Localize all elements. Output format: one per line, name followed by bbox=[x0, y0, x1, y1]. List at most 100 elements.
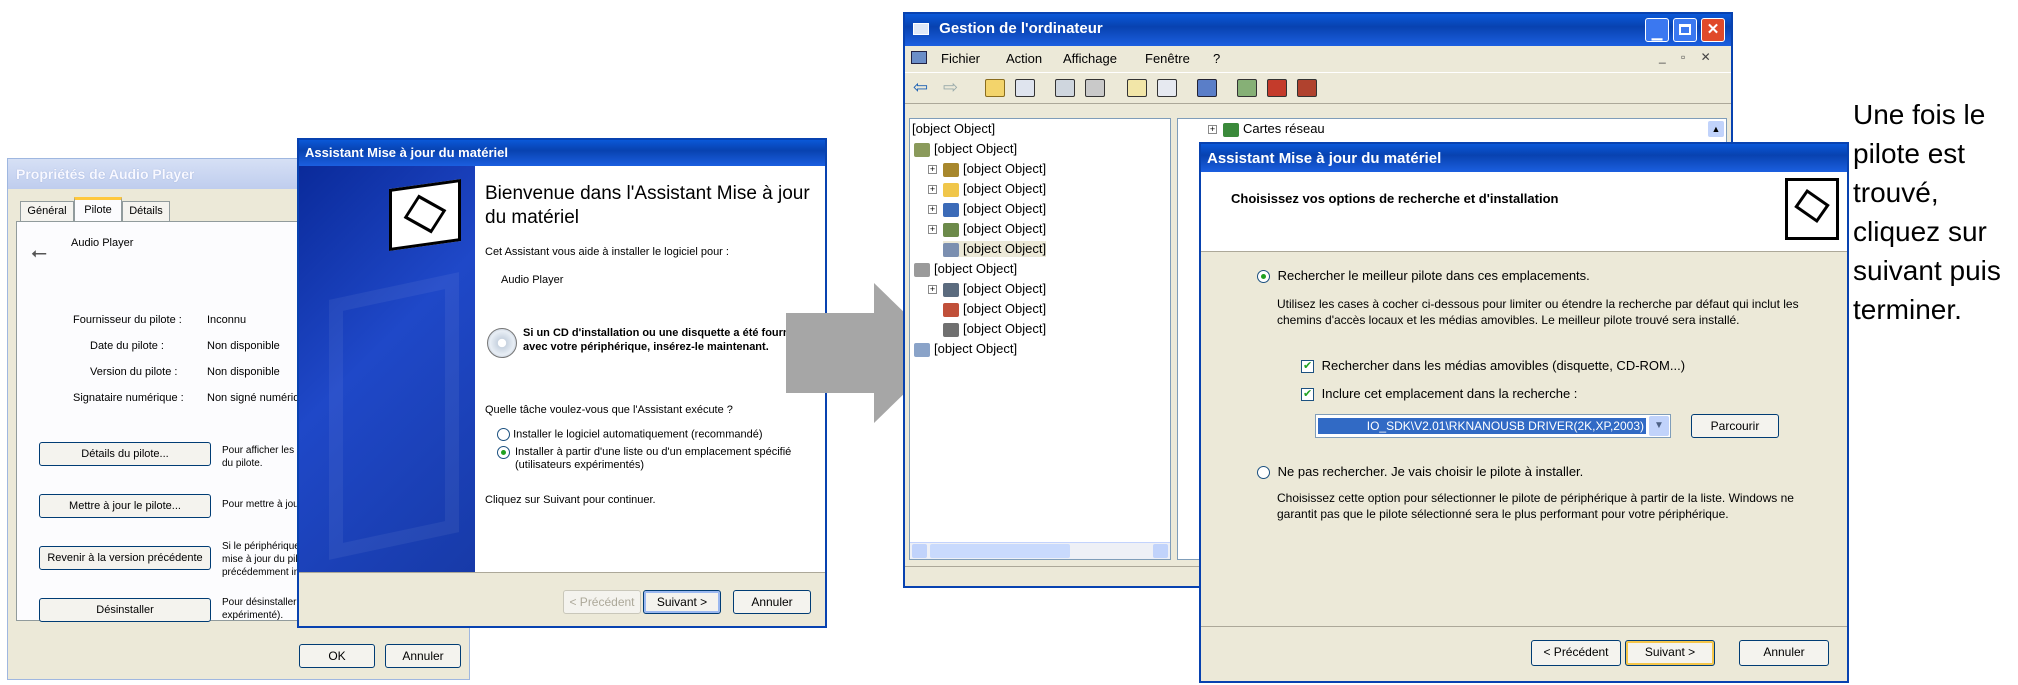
chevron-down-icon[interactable]: ▼ bbox=[1649, 416, 1669, 436]
hardware-icon bbox=[1785, 178, 1839, 240]
expand-icon[interactable]: + bbox=[928, 185, 937, 195]
help-icon[interactable] bbox=[1127, 79, 1147, 97]
tree-item-gestionnaire[interactable]: [object Object] bbox=[943, 241, 1047, 257]
tree-item-utilisateurs[interactable]: + [object Object] bbox=[928, 201, 1046, 217]
ok-button[interactable]: OK bbox=[299, 644, 375, 668]
menu-help[interactable]: ? bbox=[1213, 51, 1220, 66]
properties-cancel-button[interactable]: Annuler bbox=[385, 644, 461, 668]
usb-icon: ⭠ bbox=[31, 242, 47, 264]
wizard-welcome-next-button[interactable]: Suivant > bbox=[643, 590, 721, 614]
storage-icon bbox=[914, 262, 930, 277]
field-value-vendor: Inconnu bbox=[207, 314, 247, 326]
expand-icon[interactable]: + bbox=[1208, 125, 1217, 135]
tree-root[interactable]: [object Object] bbox=[912, 121, 995, 136]
removable-media-label: Rechercher dans les médias amovibles (di… bbox=[1321, 358, 1686, 373]
include-location-label: Inclure cet emplacement dans la recherch… bbox=[1321, 386, 1578, 401]
wizard-welcome-content: Bienvenue dans l'Assistant Mise à jour d… bbox=[475, 166, 825, 572]
tree-item-stockage[interactable]: [object Object] bbox=[914, 261, 1017, 277]
tree-item-journaux[interactable]: + [object Object] bbox=[928, 221, 1046, 237]
show-tree-icon[interactable] bbox=[1015, 79, 1035, 97]
include-location-checkbox[interactable] bbox=[1301, 387, 1314, 402]
wizard-question: Quelle tâche voulez-vous que l'Assistant… bbox=[485, 404, 733, 416]
properties-icon[interactable] bbox=[1055, 79, 1075, 97]
wizard-options-cancel-button[interactable]: Annuler bbox=[1739, 640, 1829, 666]
shared-folder-icon bbox=[943, 182, 959, 197]
field-label-date: Date du pilote : bbox=[90, 340, 164, 352]
tree-pane: [object Object] [object Object] + [object… bbox=[909, 118, 1171, 560]
gestion-titlebar[interactable]: Gestion de l'ordinateur bbox=[905, 14, 1731, 46]
expand-icon[interactable]: + bbox=[928, 205, 937, 215]
banner-watermark bbox=[329, 272, 459, 560]
option-auto-row[interactable]: Installer le logiciel automatiquement (r… bbox=[497, 428, 817, 441]
rollback-driver-desc: Si le périphérique mise à jour du pil pr… bbox=[222, 541, 300, 578]
option-search-label: Rechercher le meilleur pilote dans ces e… bbox=[1277, 268, 1590, 283]
back-arrow-icon[interactable]: ⇦ bbox=[913, 78, 933, 97]
up-folder-icon[interactable] bbox=[985, 79, 1005, 97]
menu-affichage[interactable]: Affichage bbox=[1063, 51, 1117, 66]
tree-item-dossiers[interactable]: + [object Object] bbox=[928, 181, 1046, 197]
wizard-welcome-back-button[interactable]: < Précédent bbox=[563, 590, 641, 614]
field-label-signer: Signataire numérique : bbox=[73, 392, 184, 404]
option-search-radio[interactable] bbox=[1257, 270, 1270, 284]
uninstall-button[interactable]: Désinstaller bbox=[39, 598, 211, 622]
wizard-intro: Cet Assistant vous aide à installer le l… bbox=[485, 246, 729, 258]
location-path-combobox[interactable]: IO_SDK\V2.01\RKNANOUSB DRIVER(2K,XP,2003… bbox=[1315, 414, 1671, 438]
disable-device-icon[interactable] bbox=[1267, 79, 1287, 97]
tab-pilote[interactable]: Pilote bbox=[74, 197, 122, 222]
option-auto-radio[interactable] bbox=[497, 428, 510, 441]
wizard-welcome-heading: Bienvenue dans l'Assistant Mise à jour d… bbox=[485, 183, 810, 228]
scan-hardware-icon[interactable] bbox=[1197, 79, 1217, 97]
mdi-controls[interactable]: _ ▫ ✕ bbox=[1659, 50, 1721, 68]
wizard-welcome-titlebar[interactable]: Assistant Mise à jour du matériel bbox=[299, 140, 825, 166]
wizard-options-titlebar[interactable]: Assistant Mise à jour du matériel bbox=[1201, 144, 1847, 172]
tree-item-defragmenteur[interactable]: [object Object] bbox=[943, 301, 1046, 317]
option-list-row[interactable]: Installer à partir d'une liste ou d'un e… bbox=[497, 446, 817, 471]
wizard-welcome-separator bbox=[299, 572, 825, 573]
wizard-options-separator bbox=[1201, 626, 1847, 627]
removable-storage-icon bbox=[943, 282, 959, 297]
device-category-network[interactable]: + Cartes réseau bbox=[1208, 121, 1325, 137]
rollback-driver-button[interactable]: Revenir à la version précédente bbox=[39, 546, 211, 570]
browse-button[interactable]: Parcourir bbox=[1691, 414, 1779, 438]
expand-icon[interactable]: + bbox=[928, 225, 937, 235]
removable-media-row[interactable]: Rechercher dans les médias amovibles (di… bbox=[1301, 358, 1831, 374]
driver-details-button[interactable]: Détails du pilote... bbox=[39, 442, 211, 466]
menu-fenetre[interactable]: Fenêtre bbox=[1145, 51, 1190, 66]
menu-action[interactable]: Action bbox=[1006, 51, 1042, 66]
cd-notice: Si un CD d'installation ou une disquette… bbox=[523, 327, 793, 353]
update-driver-icon[interactable] bbox=[1237, 79, 1257, 97]
tree-item-outils-systeme[interactable]: [object Object] bbox=[914, 141, 1017, 157]
wizard-welcome-cancel-button[interactable]: Annuler bbox=[733, 590, 811, 614]
forward-arrow-icon[interactable]: ⇨ bbox=[943, 78, 963, 97]
tree-item-observateur[interactable]: + [object Object] bbox=[928, 161, 1046, 177]
maximize-button[interactable] bbox=[1673, 18, 1697, 42]
tree-item-disques[interactable]: [object Object] bbox=[943, 321, 1046, 337]
update-driver-button[interactable]: Mettre à jour le pilote... bbox=[39, 494, 211, 518]
network-card-icon bbox=[1223, 122, 1239, 137]
tab-details[interactable]: Détails bbox=[122, 201, 170, 221]
details-scroll-up[interactable]: ▲ bbox=[1708, 121, 1724, 137]
minimize-button[interactable]: ▁ bbox=[1645, 18, 1669, 42]
field-label-version: Version du pilote : bbox=[90, 366, 178, 378]
wizard-options-next-button[interactable]: Suivant > bbox=[1625, 640, 1715, 666]
option-nosearch-radio[interactable] bbox=[1257, 466, 1270, 480]
tab-general[interactable]: Général bbox=[20, 201, 74, 221]
console-icon[interactable] bbox=[1157, 79, 1177, 97]
option-list-radio[interactable] bbox=[497, 446, 510, 459]
mmc-icon bbox=[911, 51, 927, 64]
field-value-date: Non disponible bbox=[207, 340, 280, 352]
wizard-options-back-button[interactable]: < Précédent bbox=[1531, 640, 1621, 666]
removable-media-checkbox[interactable] bbox=[1301, 359, 1314, 374]
expand-icon[interactable]: + bbox=[928, 285, 937, 295]
menu-fichier[interactable]: Fichier bbox=[941, 51, 980, 66]
include-location-row[interactable]: Inclure cet emplacement dans la recherch… bbox=[1301, 386, 1831, 402]
tree-item-stockage-amovible[interactable]: + [object Object] bbox=[928, 281, 1046, 297]
tree-item-services[interactable]: [object Object] bbox=[914, 341, 1017, 357]
print-icon[interactable] bbox=[1085, 79, 1105, 97]
expand-icon[interactable]: + bbox=[928, 165, 937, 175]
option-search-row[interactable]: Rechercher le meilleur pilote dans ces e… bbox=[1257, 268, 1817, 284]
uninstall-device-icon[interactable] bbox=[1297, 79, 1317, 97]
close-button[interactable]: ✕ bbox=[1701, 18, 1725, 42]
option-nosearch-row[interactable]: Ne pas rechercher. Je vais choisir le pi… bbox=[1257, 464, 1817, 480]
tree-horizontal-scrollbar[interactable] bbox=[910, 542, 1170, 559]
